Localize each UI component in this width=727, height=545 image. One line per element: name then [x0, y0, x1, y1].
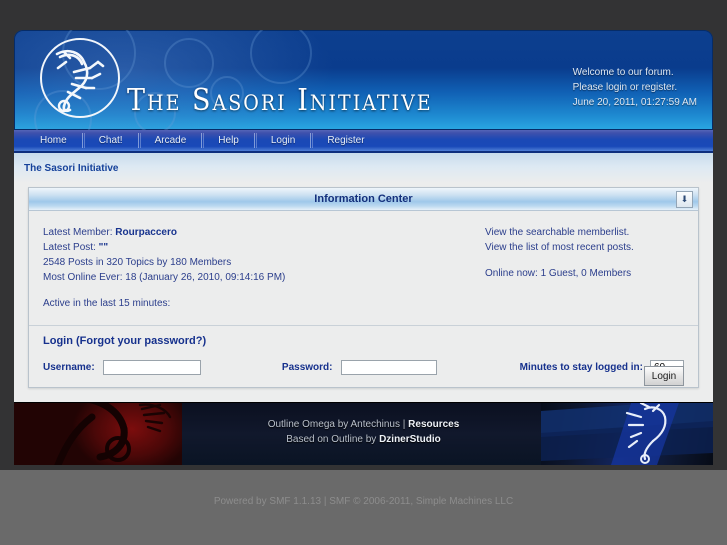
username-input[interactable] — [102, 360, 201, 375]
forum-stats-right: View the searchable memberlist. View the… — [485, 225, 634, 281]
welcome-line-2: Please login or register. — [572, 82, 678, 93]
page-bottom-background — [0, 470, 727, 545]
main-navigation: Home Chat! Arcade Help Login Register — [14, 130, 713, 153]
nav-item-arcade[interactable]: Arcade — [137, 130, 203, 151]
login-heading-label: Login — [43, 335, 73, 347]
nav-item-home[interactable]: Home — [24, 130, 83, 151]
login-form: Login (Forgot your password?) Username: … — [29, 325, 698, 387]
memberlist-link[interactable]: View the searchable memberlist. — [485, 225, 634, 240]
login-submit-button[interactable]: Login — [644, 366, 684, 386]
dzinerstudio-link[interactable]: DzinerStudio — [379, 434, 441, 445]
nav-item-chat[interactable]: Chat! — [81, 130, 139, 151]
latest-member-name[interactable]: Rourpaccero — [115, 227, 177, 238]
breadcrumb[interactable]: The Sasori Initiative — [24, 163, 118, 174]
decorative-swirl — [250, 30, 312, 84]
nav-item-register[interactable]: Register — [310, 130, 380, 151]
theme-credit-line: Outline Omega by Antechinus | Resources — [14, 417, 713, 432]
welcome-block: Welcome to our forum. Please login or re… — [573, 65, 697, 110]
minutes-label: Minutes to stay logged in: — [519, 362, 643, 373]
forgot-password-link[interactable]: (Forgot your password?) — [76, 335, 206, 347]
scorpion-roundel-icon[interactable] — [40, 38, 124, 122]
forum-page-wrapper: The Sasori Initiative Welcome to our for… — [14, 30, 713, 465]
resources-link[interactable]: Resources — [408, 419, 459, 430]
site-header: The Sasori Initiative Welcome to our for… — [14, 30, 713, 130]
latest-post-value[interactable]: "" — [99, 242, 108, 253]
active-users-line: Active in the last 15 minutes: — [43, 298, 171, 309]
breadcrumb-bar: The Sasori Initiative — [14, 153, 713, 183]
copyright-bar: Powered by SMF 1.1.13 | SMF © 2006-2011,… — [0, 496, 727, 507]
login-heading: Login (Forgot your password?) — [43, 335, 684, 347]
information-center-titlebar: Information Center ⬇ — [29, 188, 698, 211]
nav-item-help[interactable]: Help — [201, 130, 255, 151]
password-input[interactable] — [340, 360, 437, 375]
information-center-panel: Information Center ⬇ Latest Member: Rour… — [28, 187, 699, 388]
nav-item-login[interactable]: Login — [253, 130, 311, 151]
welcome-line-1: Welcome to our forum. — [572, 67, 674, 78]
footer-banner: Outline Omega by Antechinus | Resources … — [14, 402, 713, 465]
footer-credits: Outline Omega by Antechinus | Resources … — [14, 417, 713, 447]
latest-member-label: Latest Member: — [43, 227, 113, 238]
stats-spacer — [43, 285, 684, 296]
content-inner: Information Center ⬇ Latest Member: Rour… — [14, 183, 713, 402]
site-logo-text[interactable]: The Sasori Initiative — [127, 83, 433, 118]
username-label: Username: — [43, 362, 95, 373]
information-center-body: Latest Member: Rourpaccero Latest Post: … — [29, 211, 698, 325]
latest-post-label: Latest Post: — [43, 242, 96, 253]
recent-posts-link[interactable]: View the list of most recent posts. — [485, 240, 634, 255]
password-label: Password: — [281, 362, 333, 373]
base-theme-text: Based on Outline by — [286, 434, 380, 445]
page-body: The Sasori Initiative Information Center… — [14, 153, 713, 402]
base-theme-credit-line: Based on Outline by DzinerStudio — [14, 432, 713, 447]
current-datetime: June 20, 2011, 01:27:59 AM — [572, 97, 697, 108]
theme-credit-text: Outline Omega by Antechinus | — [267, 419, 409, 430]
scorpion-icon — [55, 49, 105, 113]
page-title: Information Center — [314, 193, 413, 205]
stats-spacer — [485, 255, 634, 266]
smf-copyright-link[interactable]: SMF © 2006-2011, Simple Machines LLC — [329, 496, 513, 507]
online-now-count: Online now: 1 Guest, 0 Members — [485, 268, 632, 279]
login-fields-row: Username: Password: Minutes to stay logg… — [43, 360, 684, 375]
smf-version-link[interactable]: Powered by SMF 1.1.13 — [214, 496, 321, 507]
collapse-down-icon[interactable]: ⬇ — [676, 191, 693, 208]
decorative-swirl — [164, 38, 214, 88]
